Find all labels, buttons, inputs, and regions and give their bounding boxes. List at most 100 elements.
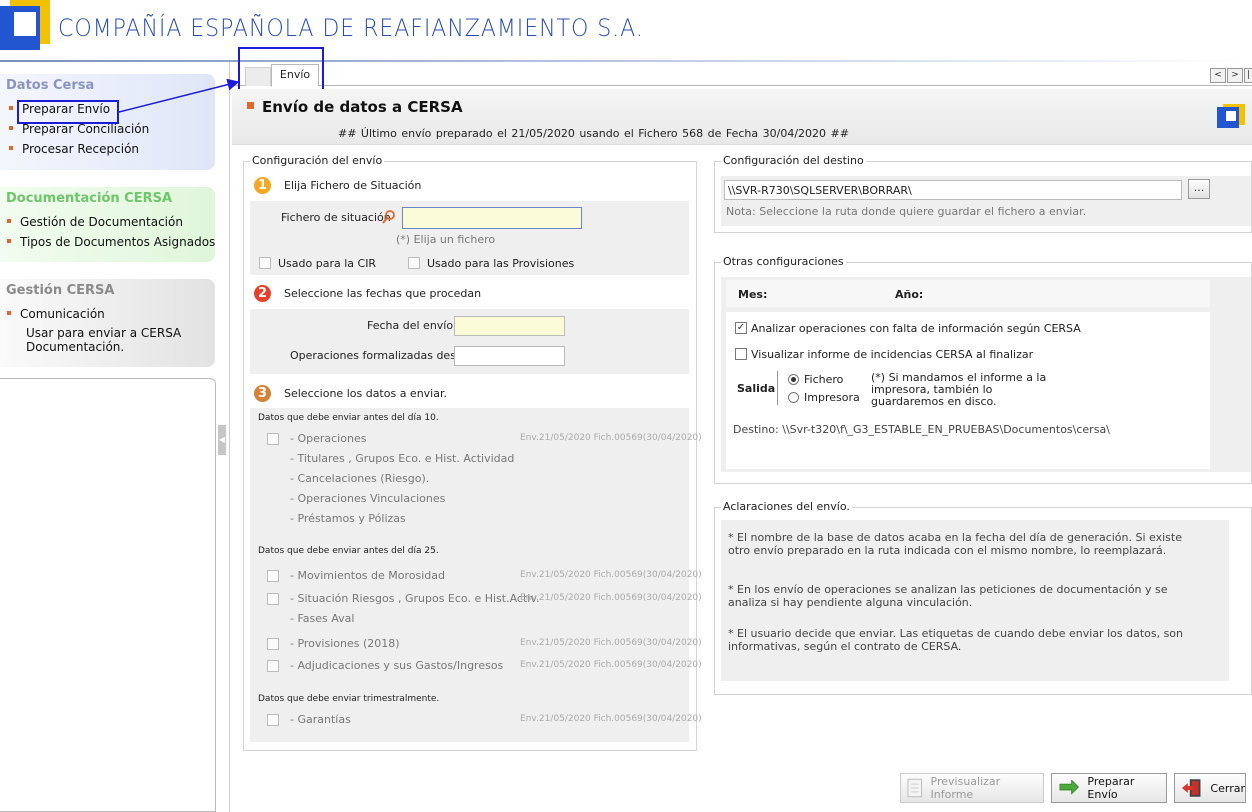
last-sent-info: Env.21/05/2020 Fich.00569(30/04/2020)	[520, 570, 702, 580]
usado-provisiones-checkbox[interactable]	[408, 257, 420, 269]
collapse-handle-icon[interactable]: ◀	[218, 425, 226, 455]
group-title: Aclaraciones del envío.	[721, 500, 852, 513]
visualizar-label: Visualizar informe de incidencias CERSA …	[751, 348, 1034, 361]
data-item-label: - Provisiones (2018)	[290, 637, 400, 650]
fichero-situacion-input[interactable]	[402, 207, 582, 229]
last-sent-info: Env.21/05/2020 Fich.00569(30/04/2020)	[520, 714, 702, 724]
analizar-checkbox[interactable]: ✓	[735, 322, 747, 334]
operaciones-checkbox[interactable]	[267, 433, 279, 445]
anio-label: Año:	[895, 288, 924, 301]
data-item-label: - Operaciones	[290, 432, 367, 445]
step-1-icon: 1	[254, 177, 271, 194]
group-title: Otras configuraciones	[721, 255, 846, 268]
panel-divider	[229, 62, 230, 812]
mes-anio-row	[726, 280, 1210, 307]
sidebar-section-title: Documentación CERSA	[6, 191, 173, 206]
last-sent-info: Env.21/05/2020 Fich.00569(30/04/2020)	[520, 593, 702, 603]
data-item-label: - Adjudicaciones y sus Gastos/Ingresos	[290, 659, 504, 672]
usado-cir-checkbox[interactable]	[259, 257, 271, 269]
close-button[interactable]: Cerrar	[1174, 773, 1246, 803]
analizar-label: Analizar operaciones con falta de inform…	[751, 322, 1081, 335]
tab-next-button[interactable]: >	[1227, 68, 1243, 83]
ops-desde-input[interactable]	[454, 346, 565, 366]
last-send-info: ## Último envío preparado el 21/05/2020 …	[338, 127, 849, 140]
fecha-envio-label: Fecha del envío	[367, 319, 454, 332]
close-label: Cerrar	[1210, 781, 1245, 795]
sidebar-item-comunicacion[interactable]: Comunicación	[7, 307, 105, 321]
data-item-label: - Garantías	[290, 713, 351, 726]
sidebar-item-procesar-recepcion[interactable]: Procesar Recepción	[9, 142, 139, 156]
search-icon[interactable]	[381, 209, 397, 225]
annotation-box-preparar	[17, 100, 119, 124]
situacion-riesgos-checkbox[interactable]	[267, 593, 279, 605]
destino-note: Nota: Seleccione la ruta donde quiere gu…	[726, 205, 1087, 218]
garantias-checkbox[interactable]	[267, 714, 279, 726]
visualizar-checkbox[interactable]	[735, 348, 747, 360]
adjudicaciones-checkbox[interactable]	[267, 660, 279, 672]
destino-path-input[interactable]: \\SVR-R730\SQLSERVER\BORRAR\	[724, 180, 1182, 200]
sidebar-section-documentacion: Documentación CERSA Gestión de Documenta…	[0, 187, 215, 262]
fecha-envio-input[interactable]	[454, 316, 565, 336]
tab-prev-button[interactable]: <	[1210, 68, 1226, 83]
aclaracion-3: * El usuario decide que enviar. Las etiq…	[728, 627, 1184, 653]
annotation-box-tab	[238, 47, 324, 93]
tab-more-button[interactable]: |	[1244, 68, 1252, 83]
destino-informe: Destino: \\Svr-t320\f\_G3_ESTABLE_EN_PRU…	[733, 423, 1110, 436]
sidebar-note: Documentación.	[26, 340, 125, 354]
last-sent-info: Env.21/05/2020 Fich.00569(30/04/2020)	[520, 638, 702, 648]
prepare-send-button[interactable]: Preparar Envío	[1051, 773, 1167, 803]
group-heading: Datos que debe enviar antes del día 25.	[258, 546, 439, 556]
salida-note: (*) Si mandamos el informe a la impresor…	[871, 371, 1047, 408]
step-1-label: Elija Fichero de Situación	[284, 179, 422, 192]
fichero-label: Fichero de situación	[281, 211, 391, 224]
salida-fichero-radio[interactable]	[788, 374, 799, 385]
sidebar-section-title: Datos Cersa	[6, 78, 95, 93]
salida-divider	[777, 371, 778, 405]
step-2-icon: 2	[254, 285, 271, 302]
header-divider	[0, 60, 1252, 62]
group-heading: Datos que debe enviar antes del día 10.	[258, 413, 439, 423]
data-item-label: - Situación Riesgos , Grupos Eco. e Hist…	[290, 592, 540, 605]
usado-cir-label: Usado para la CIR	[278, 257, 377, 270]
sidebar-section-gestion-cersa: Gestión CERSA Comunicación Usar para env…	[0, 279, 215, 367]
group-title: Configuración del envío	[250, 154, 385, 167]
company-logo-small	[1217, 104, 1245, 130]
data-item-label: - Operaciones Vinculaciones	[290, 492, 446, 505]
ops-desde-label: Operaciones formalizadas desde	[290, 349, 470, 362]
aclaracion-1: * El nombre de la base de datos acaba en…	[728, 531, 1182, 557]
prepare-send-label: Preparar Envío	[1087, 775, 1135, 801]
salida-impresora-radio[interactable]	[788, 392, 799, 403]
send-arrow-icon	[1059, 780, 1079, 795]
movimientos-morosidad-checkbox[interactable]	[267, 570, 279, 582]
sidebar-item-gestion-documentacion[interactable]: Gestión de Documentación	[7, 215, 183, 229]
last-sent-info: Env.21/05/2020 Fich.00569(30/04/2020)	[520, 433, 702, 443]
salida-fichero-label: Fichero	[804, 373, 844, 386]
salida-impresora-label: Impresora	[804, 391, 860, 404]
last-sent-info: Env.21/05/2020 Fich.00569(30/04/2020)	[520, 660, 702, 670]
sidebar-item-tipos-documentos[interactable]: Tipos de Documentos Asignados	[7, 235, 215, 249]
mes-label: Mes:	[738, 288, 768, 301]
title-bullet-icon	[247, 102, 254, 109]
provisiones-checkbox[interactable]	[267, 638, 279, 650]
step-3-label: Seleccione los datos a enviar.	[284, 387, 447, 400]
company-name: COMPAÑÍA ESPAÑOLA DE REAFIANZAMIENTO S.A…	[58, 14, 644, 42]
tab-bar	[232, 66, 1252, 86]
preview-button-label: Previsualizar Informe	[930, 775, 1001, 801]
step-3-icon: 3	[254, 385, 271, 402]
exit-door-icon	[1181, 779, 1201, 797]
company-logo	[0, 0, 50, 54]
aclaracion-2: * En los envío de operaciones se analiza…	[728, 583, 1168, 609]
data-item-label: - Cancelaciones (Riesgo).	[290, 472, 430, 485]
browse-button[interactable]: ...	[1188, 179, 1210, 199]
sidebar-item-preparar-conciliacion[interactable]: Preparar Conciliación	[9, 122, 149, 136]
step-2-label: Seleccione las fechas que procedan	[284, 287, 482, 300]
document-icon	[907, 778, 923, 798]
sidebar-section-title: Gestión CERSA	[6, 283, 115, 298]
data-item-label: - Titulares , Grupos Eco. e Hist. Activi…	[290, 452, 515, 465]
usado-provisiones-label: Usado para las Provisiones	[427, 257, 575, 270]
page-title: Envío de datos a CERSA	[262, 98, 463, 116]
group-title: Configuración del destino	[721, 154, 866, 167]
salida-label: Salida	[737, 382, 776, 395]
preview-button[interactable]: Previsualizar Informe	[900, 773, 1044, 803]
data-item-label: - Movimientos de Morosidad	[290, 569, 446, 582]
